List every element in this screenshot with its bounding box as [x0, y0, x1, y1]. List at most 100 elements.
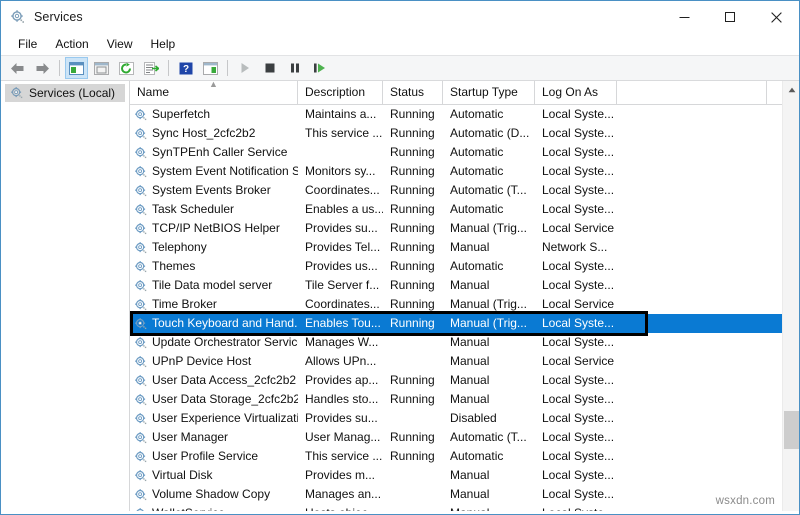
table-row[interactable]: User ManagerUser Manag...RunningAutomati…: [130, 428, 799, 447]
table-row[interactable]: User Data Storage_2cfc2b2Handles sto...R…: [130, 390, 799, 409]
restart-service-icon[interactable]: [308, 57, 331, 79]
table-row[interactable]: Sync Host_2cfc2b2This service ...Running…: [130, 124, 799, 143]
column-header-description[interactable]: Description: [298, 81, 383, 104]
table-row[interactable]: System Event Notification S...Monitors s…: [130, 162, 799, 181]
table-row[interactable]: TelephonyProvides Tel...RunningManualNet…: [130, 238, 799, 257]
cell-startup: Manual: [443, 504, 535, 511]
cell-name: TCP/IP NetBIOS Helper: [130, 219, 298, 238]
services-gear-icon: [134, 222, 148, 236]
table-row[interactable]: SuperfetchMaintains a...RunningAutomatic…: [130, 105, 799, 124]
table-row[interactable]: User Profile ServiceThis service ...Runn…: [130, 447, 799, 466]
table-row[interactable]: User Data Access_2cfc2b2Provides ap...Ru…: [130, 371, 799, 390]
show-console-tree-icon[interactable]: [199, 57, 222, 79]
cell-startup: Automatic (T...: [443, 428, 535, 447]
cell-description: Tile Server f...: [298, 276, 383, 295]
cell-logon: Local Syste...: [535, 428, 617, 447]
column-header-name[interactable]: Name ▲: [130, 81, 298, 104]
cell-description: Monitors sy...: [298, 162, 383, 181]
cell-logon: Local Syste...: [535, 409, 617, 428]
minimize-button[interactable]: [661, 1, 707, 33]
sidebar-item-services-local[interactable]: Services (Local): [5, 84, 125, 102]
cell-startup: Manual (Trig...: [443, 219, 535, 238]
forward-arrow-icon[interactable]: [31, 57, 54, 79]
cell-description: This service ...: [298, 124, 383, 143]
vertical-scrollbar[interactable]: [782, 81, 799, 511]
table-row[interactable]: Task SchedulerEnables a us...RunningAuto…: [130, 200, 799, 219]
table-row[interactable]: Volume Shadow CopyManages an...ManualLoc…: [130, 485, 799, 504]
menu-item-action[interactable]: Action: [46, 35, 97, 53]
close-button[interactable]: [753, 1, 799, 33]
cell-status: Running: [383, 257, 443, 276]
column-header-startup-type[interactable]: Startup Type: [443, 81, 535, 104]
properties-icon[interactable]: [90, 57, 113, 79]
start-service-icon[interactable]: [233, 57, 256, 79]
export-list-icon[interactable]: [140, 57, 163, 79]
sort-ascending-icon: ▲: [209, 81, 218, 89]
cell-description: Provides ap...: [298, 371, 383, 390]
show-hide-tree-icon[interactable]: [65, 57, 88, 79]
table-row[interactable]: Time BrokerCoordinates...RunningManual (…: [130, 295, 799, 314]
cell-description: Provides su...: [298, 219, 383, 238]
cell-description: Enables Tou...: [298, 314, 383, 333]
cell-description: Maintains a...: [298, 105, 383, 124]
cell-description: Coordinates...: [298, 181, 383, 200]
column-header-status[interactable]: Status: [383, 81, 443, 104]
maximize-button[interactable]: [707, 1, 753, 33]
cell-logon: Local Syste...: [535, 333, 617, 352]
table-row[interactable]: UPnP Device HostAllows UPn...ManualLocal…: [130, 352, 799, 371]
services-gear-icon: [134, 412, 148, 426]
watermark: wsxdn.com: [716, 495, 775, 507]
column-header-blank[interactable]: [617, 81, 767, 104]
cell-logon: Local Syste...: [535, 162, 617, 181]
list-column-headers: Name ▲ DescriptionStatusStartup TypeLog On…: [130, 81, 799, 105]
stop-service-icon[interactable]: [258, 57, 281, 79]
menu-item-file[interactable]: File: [9, 35, 46, 53]
service-name-label: Touch Keyboard and Hand...: [152, 314, 298, 333]
separator: [168, 60, 169, 76]
table-row[interactable]: User Experience Virtualizatio...Provides…: [130, 409, 799, 428]
cell-name: Themes: [130, 257, 298, 276]
services-gear-icon: [10, 86, 24, 100]
cell-logon: Local Syste...: [535, 485, 617, 504]
cell-startup: Automatic: [443, 257, 535, 276]
table-row[interactable]: TCP/IP NetBIOS HelperProvides su...Runni…: [130, 219, 799, 238]
table-row[interactable]: WalletServiceHosts objec...ManualLocal S…: [130, 504, 799, 511]
table-row[interactable]: Touch Keyboard and Hand...Enables Tou...…: [130, 314, 799, 333]
menu-item-help[interactable]: Help: [142, 35, 185, 53]
cell-name: User Experience Virtualizatio...: [130, 409, 298, 428]
service-name-label: WalletService: [152, 504, 225, 511]
service-name-label: Task Scheduler: [152, 200, 234, 219]
table-row[interactable]: System Events BrokerCoordinates...Runnin…: [130, 181, 799, 200]
cell-name: Telephony: [130, 238, 298, 257]
cell-logon: Local Syste...: [535, 466, 617, 485]
column-header-label: Name: [137, 85, 169, 99]
help-icon[interactable]: ?: [174, 57, 197, 79]
cell-startup: Manual (Trig...: [443, 314, 535, 333]
cell-startup: Manual (Trig...: [443, 295, 535, 314]
table-row[interactable]: Virtual DiskProvides m...ManualLocal Sys…: [130, 466, 799, 485]
cell-status: Running: [383, 447, 443, 466]
cell-startup: Automatic: [443, 447, 535, 466]
refresh-icon[interactable]: [115, 57, 138, 79]
table-row[interactable]: Update Orchestrator ServiceManages W...M…: [130, 333, 799, 352]
service-name-label: Volume Shadow Copy: [152, 485, 270, 504]
scrollbar-thumb[interactable]: [784, 411, 799, 449]
table-row[interactable]: Tile Data model serverTile Server f...Ru…: [130, 276, 799, 295]
scroll-up-arrow-icon[interactable]: [783, 81, 799, 98]
cell-name: UPnP Device Host: [130, 352, 298, 371]
table-row[interactable]: SynTPEnh Caller ServiceRunningAutomaticL…: [130, 143, 799, 162]
cell-status: Running: [383, 105, 443, 124]
menu-item-view[interactable]: View: [98, 35, 142, 53]
cell-description: Provides Tel...: [298, 238, 383, 257]
cell-startup: Manual: [443, 333, 535, 352]
cell-logon: Local Syste...: [535, 143, 617, 162]
table-row[interactable]: ThemesProvides us...RunningAutomaticLoca…: [130, 257, 799, 276]
cell-name: WalletService: [130, 504, 298, 511]
pause-service-icon[interactable]: [283, 57, 306, 79]
services-gear-icon: [134, 393, 148, 407]
back-arrow-icon[interactable]: [6, 57, 29, 79]
service-name-label: Virtual Disk: [152, 466, 212, 485]
service-name-label: Sync Host_2cfc2b2: [152, 124, 255, 143]
cell-startup: Manual: [443, 485, 535, 504]
column-header-log-on-as[interactable]: Log On As: [535, 81, 617, 104]
